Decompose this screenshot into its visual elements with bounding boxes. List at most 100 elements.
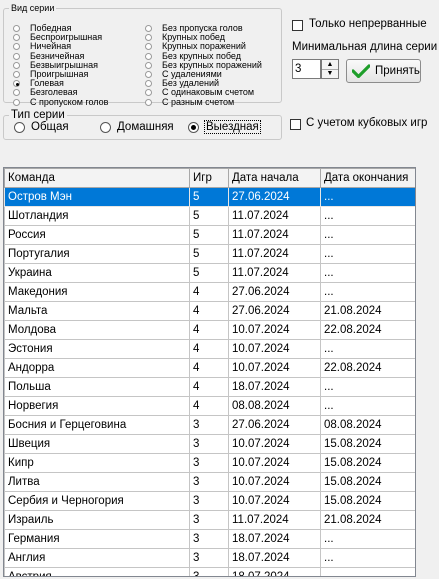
table-cell: 3: [189, 491, 229, 511]
table-cell: 15.08.2024: [320, 434, 415, 454]
radio-button[interactable]: [145, 43, 152, 51]
series-type-legend: Тип серии: [11, 109, 65, 121]
table-cell: 21.08.2024: [320, 510, 415, 530]
table-body: Остров Мэн 5 27.06.2024... Шотландия 5 11.07.…: [4, 187, 415, 576]
series-kind-option-label: Безничейная: [30, 50, 85, 61]
radio-button[interactable]: [13, 98, 20, 106]
table-row[interactable]: Андорра 4 10.07.2024 22.08.2024: [4, 358, 415, 378]
table-row[interactable]: Португалия 5 11.07.2024...: [4, 244, 415, 264]
table-row[interactable]: Македония 4 27.06.2024...: [4, 282, 415, 302]
table-row[interactable]: Эстония 4 10.07.2024...: [4, 339, 415, 359]
table-cell: Украина: [4, 263, 190, 283]
table-cell: 3: [189, 548, 229, 568]
radio-button[interactable]: [13, 80, 20, 88]
table-row[interactable]: Израиль 3 11.07.2024 21.08.2024: [4, 510, 415, 530]
table-cell: 3: [189, 567, 229, 576]
radio-button[interactable]: [13, 71, 20, 78]
table-cell: 3: [189, 415, 229, 435]
table-cell: 27.06.2024: [228, 187, 321, 207]
apply-button-label: Принять: [375, 65, 420, 77]
table-cell: 08.08.2024: [320, 415, 415, 435]
radio-button[interactable]: [145, 71, 152, 78]
radio-button[interactable]: [145, 98, 152, 106]
radio-button[interactable]: [13, 52, 20, 60]
table-row[interactable]: Англия 3 18.07.2024...: [4, 548, 415, 568]
radio-button[interactable]: [145, 89, 152, 97]
table-cell: 21.08.2024: [320, 301, 415, 321]
table-row[interactable]: Польша 4 18.07.2024...: [4, 377, 415, 397]
table-row[interactable]: Мальта 4 27.06.2024 21.08.2024: [4, 301, 415, 321]
table-row[interactable]: Литва 3 10.07.2024 15.08.2024: [4, 472, 415, 492]
radio-button[interactable]: [14, 122, 25, 133]
table-cell: 10.07.2024: [228, 320, 321, 340]
table-cell: 15.08.2024: [320, 453, 415, 473]
column-header[interactable]: Команда: [4, 168, 190, 188]
table-cell: 11.07.2024: [228, 206, 321, 226]
table-cell: ...: [320, 529, 415, 549]
table-row[interactable]: Остров Мэн 5 27.06.2024...: [4, 187, 415, 207]
table-cell: ...: [320, 377, 415, 397]
radio-button[interactable]: [188, 122, 199, 133]
table-row[interactable]: Кипр 3 10.07.2024 15.08.2024: [4, 453, 415, 473]
series-table[interactable]: Команда Игр Дата начала Дата окончания Остр…: [3, 167, 416, 577]
min-length-input[interactable]: 3: [292, 59, 321, 79]
table-cell: ...: [320, 339, 415, 359]
radio-button[interactable]: [145, 80, 152, 88]
table-row[interactable]: Россия 5 11.07.2024...: [4, 225, 415, 245]
table-row[interactable]: Шотландия 5 11.07.2024...: [4, 206, 415, 226]
table-cell: ...: [320, 567, 415, 576]
column-header[interactable]: Дата окончания: [320, 168, 415, 188]
table-cell: 15.08.2024: [320, 472, 415, 492]
table-cell: 10.07.2024: [228, 453, 321, 473]
table-cell: 5: [189, 263, 229, 283]
table-cell: 5: [189, 187, 229, 207]
table-cell: 27.06.2024: [228, 282, 321, 302]
table-row[interactable]: Германия 3 18.07.2024...: [4, 529, 415, 549]
table-row[interactable]: Босния и Герцеговина 3 27.06.2024 08.08.202…: [4, 415, 415, 435]
table-cell: Норвегия: [4, 396, 190, 416]
table-row[interactable]: Сербия и Черногория 3 10.07.2024 15.08.2024: [4, 491, 415, 511]
series-kind-option-label: Крупных поражений: [162, 41, 246, 52]
column-header[interactable]: Дата начала: [228, 168, 321, 188]
table-cell: 10.07.2024: [228, 472, 321, 492]
table-cell: 10.07.2024: [228, 491, 321, 511]
table-side-strip: [417, 167, 439, 579]
min-length-label: Минимальная длина серии: [292, 41, 438, 53]
table-cell: 5: [189, 244, 229, 264]
table-cell: 5: [189, 225, 229, 245]
table-cell: 22.08.2024: [320, 358, 415, 378]
table-row[interactable]: Молдова 4 10.07.2024 22.08.2024: [4, 320, 415, 340]
table-row[interactable]: Швеция 3 10.07.2024 15.08.2024: [4, 434, 415, 454]
cup-games-checkbox[interactable]: [290, 119, 301, 130]
apply-button[interactable]: Принять: [346, 59, 421, 83]
table-cell: Португалия: [4, 244, 190, 264]
radio-button[interactable]: [13, 89, 20, 97]
radio-button[interactable]: [145, 52, 152, 60]
min-length-spinner[interactable]: ▲ ▼: [321, 59, 339, 79]
table-cell: Мальта: [4, 301, 190, 321]
table-cell: 3: [189, 510, 229, 530]
radio-button[interactable]: [13, 43, 20, 51]
table-cell: 22.08.2024: [320, 320, 415, 340]
table-row[interactable]: Украина 5 11.07.2024...: [4, 263, 415, 283]
table-cell: Германия: [4, 529, 190, 549]
radio-button[interactable]: [145, 34, 152, 42]
table-cell: 4: [189, 282, 229, 302]
table-cell: Сербия и Черногория: [4, 491, 190, 511]
table-cell: Босния и Герцеговина: [4, 415, 190, 435]
only-continuous-checkbox[interactable]: [292, 20, 303, 31]
radio-button[interactable]: [13, 25, 20, 32]
radio-button[interactable]: [145, 25, 152, 32]
spin-down-arrow-icon[interactable]: ▼: [322, 69, 338, 78]
table-cell: 11.07.2024: [228, 263, 321, 283]
radio-button[interactable]: [13, 34, 20, 42]
table-cell: Англия: [4, 548, 190, 568]
series-kind-option-label: С разным счетом: [162, 96, 235, 107]
column-header[interactable]: Игр: [189, 168, 229, 188]
table-row[interactable]: Норвегия 4 08.08.2024...: [4, 396, 415, 416]
table-cell: Польша: [4, 377, 190, 397]
radio-button[interactable]: [100, 122, 111, 133]
radio-button[interactable]: [13, 61, 20, 69]
radio-button[interactable]: [145, 61, 152, 69]
table-row[interactable]: Австрия 3 18.07.2024...: [4, 567, 415, 576]
